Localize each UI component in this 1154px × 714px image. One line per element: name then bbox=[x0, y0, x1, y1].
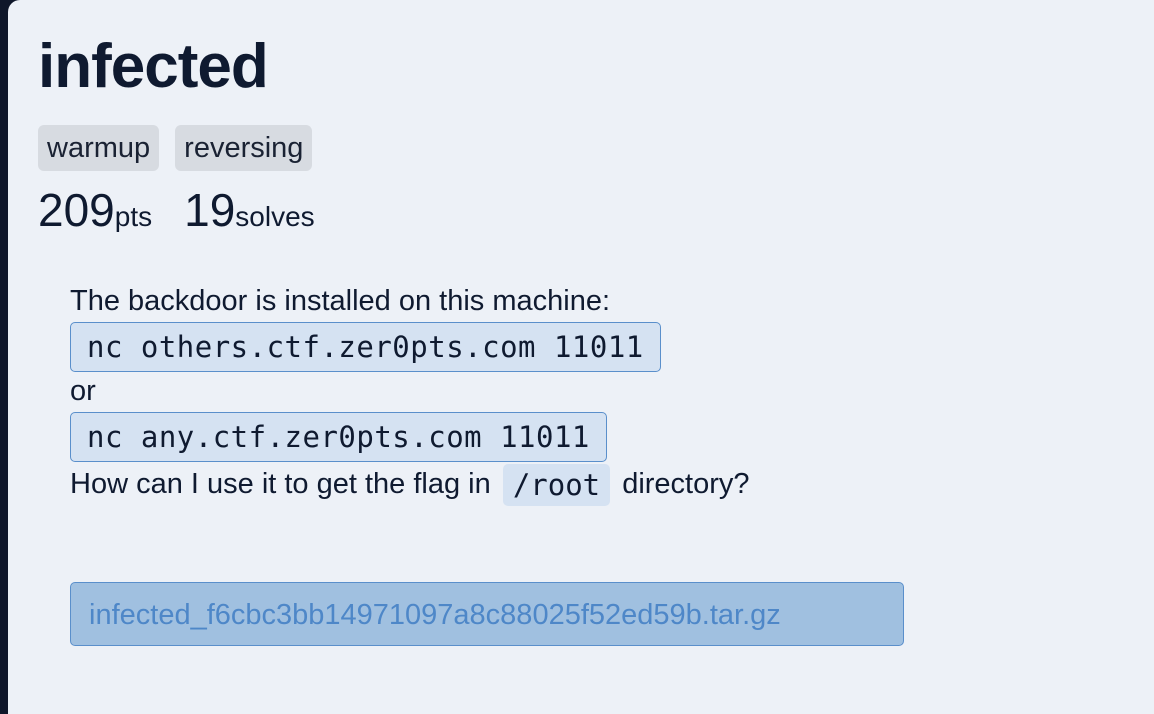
challenge-stats: 209pts 19solves bbox=[38, 184, 315, 236]
points-unit: pts bbox=[114, 201, 153, 232]
attachment-download-button[interactable]: infected_f6cbc3bb14971097a8c88025f52ed59… bbox=[70, 582, 904, 646]
code-block-wrapper: nc any.ctf.zer0pts.com 11011 bbox=[70, 412, 1070, 462]
challenge-title: infected bbox=[38, 32, 269, 101]
root-dir-code: /root bbox=[502, 464, 611, 507]
description-intro: The backdoor is installed on this machin… bbox=[70, 285, 611, 317]
solves-value: 19 bbox=[184, 184, 236, 236]
challenge-card: infected warmup reversing 209pts 19solve… bbox=[8, 0, 1154, 714]
points-value: 209 bbox=[38, 184, 115, 236]
question-text-before: How can I use it to get the flag in bbox=[70, 468, 491, 500]
points-stat: 209pts bbox=[38, 184, 152, 236]
code-block-wrapper: nc others.ctf.zer0pts.com 11011 bbox=[70, 322, 1070, 372]
description-question: How can I use it to get the flag in /roo… bbox=[70, 462, 1070, 507]
solves-stat: 19solves bbox=[184, 184, 315, 236]
tag-reversing: reversing bbox=[175, 125, 313, 171]
tag-warmup: warmup bbox=[38, 125, 160, 171]
description-or: or bbox=[70, 375, 96, 407]
challenge-description: The backdoor is installed on this machin… bbox=[70, 282, 1070, 507]
nc-command-others[interactable]: nc others.ctf.zer0pts.com 11011 bbox=[70, 322, 661, 372]
solves-unit: solves bbox=[235, 201, 315, 232]
nc-command-any[interactable]: nc any.ctf.zer0pts.com 11011 bbox=[70, 412, 607, 462]
tag-list: warmup reversing bbox=[38, 125, 313, 171]
question-text-after: directory? bbox=[622, 468, 750, 500]
